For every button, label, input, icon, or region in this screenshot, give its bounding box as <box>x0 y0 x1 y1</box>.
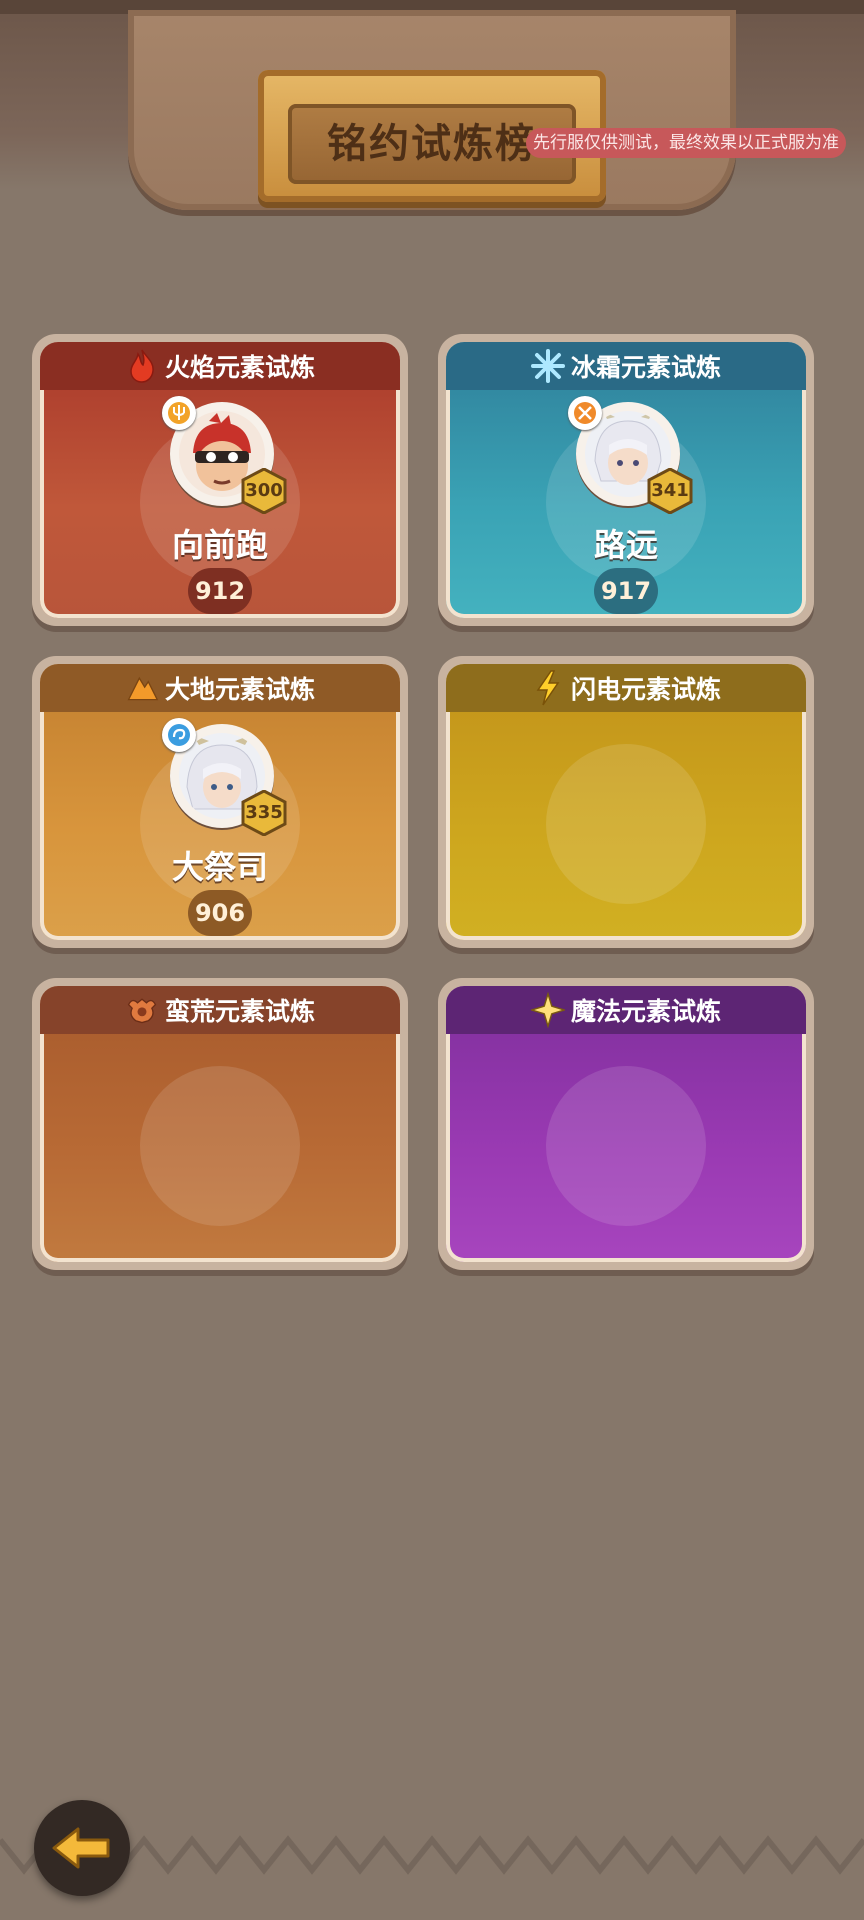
trial-card-fire[interactable]: 火焰元素试炼 300 向前跑 912 <box>32 334 408 626</box>
lightning-icon <box>531 670 565 706</box>
card-body: 火焰元素试炼 300 向前跑 912 <box>40 342 400 618</box>
card-title: 大地元素试炼 <box>164 675 315 704</box>
hero-level: 335 <box>245 802 283 823</box>
card-body: 冰霜元素试炼 341 路远 917 <box>446 342 806 618</box>
card-body: 闪电元素试炼 <box>446 664 806 940</box>
snowflake-icon <box>530 349 565 383</box>
trial-card-earth[interactable]: 大地元素试炼 335 大祭司 906 <box>32 656 408 948</box>
back-arrow-icon <box>52 1827 110 1869</box>
beast-icon <box>125 993 159 1027</box>
trident-icon <box>162 396 196 430</box>
card-header: 冰霜元素试炼 <box>446 342 806 390</box>
hero-level: 341 <box>651 480 689 501</box>
trial-card-frost[interactable]: 冰霜元素试炼 341 路远 917 <box>438 334 814 626</box>
back-button[interactable] <box>34 1800 130 1896</box>
card-body: 大地元素试炼 335 大祭司 906 <box>40 664 400 940</box>
card-title: 魔法元素试炼 <box>570 997 721 1026</box>
card-title: 火焰元素试炼 <box>164 353 315 382</box>
card-body: 魔法元素试炼 <box>446 986 806 1262</box>
card-header: 蛮荒元素试炼 <box>40 986 400 1034</box>
thunder-watermark <box>546 744 706 904</box>
card-header: 火焰元素试炼 <box>40 342 400 390</box>
wild-watermark <box>140 1066 300 1226</box>
star-icon <box>530 992 565 1028</box>
magic-watermark <box>546 1066 706 1226</box>
card-body: 蛮荒元素试炼 <box>40 986 400 1262</box>
card-title: 闪电元素试炼 <box>570 675 721 704</box>
level-badge: 341 <box>646 468 694 514</box>
hero-score: 912 <box>188 568 252 614</box>
test-server-notice: 先行服仅供测试，最终效果以正式服为准 <box>526 128 846 158</box>
hero-score: 917 <box>594 568 658 614</box>
flame-icon <box>125 349 159 383</box>
card-title: 蛮荒元素试炼 <box>164 997 315 1026</box>
hero-name: 大祭司 <box>171 848 268 886</box>
hero-avatar[interactable]: 300 <box>162 396 287 514</box>
trial-card-wild[interactable]: 蛮荒元素试炼 <box>32 978 408 1270</box>
card-title: 冰霜元素试炼 <box>570 353 721 382</box>
card-header: 大地元素试炼 <box>40 664 400 712</box>
hero-level: 300 <box>245 480 283 501</box>
hero-avatar[interactable]: 335 <box>162 718 287 836</box>
hero-name: 路远 <box>593 526 658 564</box>
level-badge: 335 <box>240 790 288 836</box>
bottom-decor-pattern <box>0 1835 864 1875</box>
mountain-icon <box>125 671 159 705</box>
hero-score: 906 <box>188 890 252 936</box>
hero-name: 向前跑 <box>171 526 268 564</box>
hero-avatar[interactable]: 341 <box>568 396 693 514</box>
level-badge: 300 <box>240 468 288 514</box>
crossed-swords-icon <box>568 396 602 430</box>
trial-card-thunder[interactable]: 闪电元素试炼 <box>438 656 814 948</box>
card-header: 闪电元素试炼 <box>446 664 806 712</box>
trial-card-magic[interactable]: 魔法元素试炼 <box>438 978 814 1270</box>
card-header: 魔法元素试炼 <box>446 986 806 1034</box>
swirl-icon <box>162 718 196 752</box>
